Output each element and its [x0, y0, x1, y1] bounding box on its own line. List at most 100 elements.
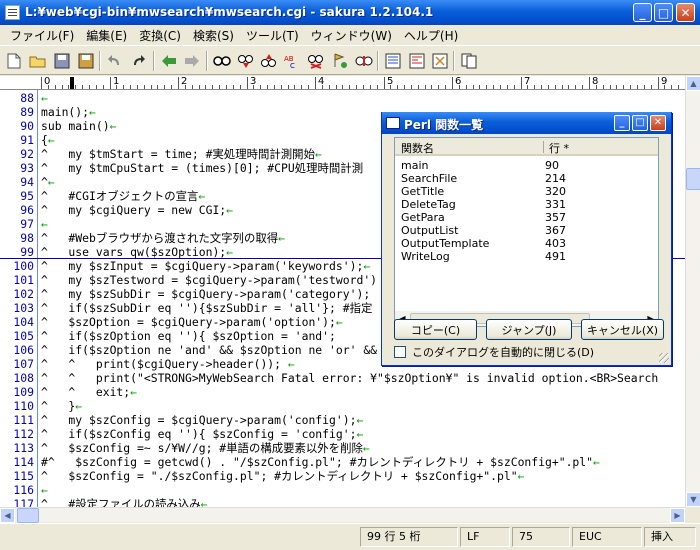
code-text: ^ if($szConfig eq ''){ $szConfig = 'conf… [41, 427, 363, 441]
ruler-tick [623, 85, 624, 89]
app-icon[interactable] [5, 5, 20, 20]
code-content: ^ } [41, 399, 76, 413]
new-file-icon[interactable] [4, 51, 24, 71]
function-list-item[interactable]: WriteLog 491 [395, 250, 658, 263]
save-icon[interactable] [52, 51, 72, 71]
function-list-item[interactable]: GetPara 357 [395, 211, 658, 224]
line-number: 94 [20, 175, 34, 189]
dialog-maximize-button[interactable]: □ [632, 115, 648, 131]
horizontal-scrollbar[interactable]: ◀ ▶ [0, 507, 685, 523]
menu-convert[interactable]: 変換(C) [133, 27, 187, 44]
function-list-item[interactable]: GetTitle 320 [395, 185, 658, 198]
ruler-tick [473, 85, 474, 89]
line-end-mark: ← [75, 399, 83, 413]
code-content: ^ my $szTestword = $cgiQuery->param('tes… [41, 273, 378, 287]
horizontal-scroll-thumb[interactable] [17, 508, 39, 523]
search-icon[interactable] [212, 51, 232, 71]
copy-button[interactable]: コピー(C) [394, 319, 477, 340]
ruler-tick [500, 85, 501, 89]
code-text: ^ if($szOption ne 'and' && $szOption ne … [41, 343, 377, 357]
function-list-item[interactable]: main 90 [395, 159, 658, 172]
menu-help[interactable]: ヘルプ(H) [398, 27, 464, 44]
grep-icon[interactable] [330, 51, 350, 71]
scroll-left-icon[interactable]: ◀ [0, 508, 15, 523]
function-list-item[interactable]: DeleteTag 331 [395, 198, 658, 211]
toolbar-separator [377, 51, 379, 71]
dialog-minimize-button[interactable]: _ [614, 115, 630, 131]
resize-grip[interactable] [659, 353, 669, 363]
function-line: 403 [545, 237, 566, 250]
ruler-tick [377, 85, 378, 89]
function-list-item[interactable]: SearchFile 214 [395, 172, 658, 185]
window-list-icon[interactable] [459, 51, 479, 71]
replace-icon[interactable]: AB C [283, 51, 303, 71]
ruler-tick [219, 85, 220, 89]
code-line[interactable]: 115 ^ $szConfig = "./$szConfig.pl"; #カレント… [0, 469, 685, 483]
scroll-down-icon[interactable]: ▼ [686, 492, 700, 507]
menu-file[interactable]: ファイル(F) [4, 27, 80, 44]
scroll-right-icon[interactable]: ▶ [670, 508, 685, 523]
redo-icon[interactable] [128, 51, 148, 71]
compare-icon[interactable] [354, 51, 374, 71]
cancel-button[interactable]: キャンセル(X) [581, 319, 664, 340]
menu-search[interactable]: 検索(S) [187, 27, 240, 44]
line-end-mark: ← [47, 175, 55, 189]
code-content: sub main() [41, 119, 110, 133]
code-content: ^ $szOption = $cgiQuery->param('option')… [41, 315, 336, 329]
ruler-tick [315, 77, 316, 89]
code-line[interactable]: 117 ^ #設定ファイルの読み込み← [0, 497, 685, 507]
dialog-title-bar[interactable]: Perl 関数一覧 _ □ ✕ [382, 112, 671, 134]
code-line[interactable]: 116 ← [0, 483, 685, 497]
vertical-scroll-thumb[interactable] [686, 168, 700, 190]
code-text: ← [41, 483, 48, 497]
auto-close-label[interactable]: このダイアログを自動的に閉じる(D) [412, 344, 594, 360]
line-number: 104 [13, 315, 34, 329]
ruler-tick [144, 85, 145, 89]
code-line[interactable]: 114 #^ $szConfig = getcwd() . "/$szConfig… [0, 455, 685, 469]
ruler-tick [466, 85, 467, 89]
column-header-line[interactable]: 行 * [549, 140, 569, 156]
line-number: 108 [13, 371, 34, 385]
code-line[interactable]: 113 ^ $szConfig =~ s/¥W//g; #単語の構成要素以外を削除… [0, 441, 685, 455]
tag-jump-icon[interactable] [407, 51, 427, 71]
status-newline: LF [460, 527, 510, 547]
dialog-close-button[interactable]: ✕ [650, 115, 666, 131]
auto-close-checkbox[interactable] [394, 346, 406, 358]
mark-icon[interactable] [306, 51, 326, 71]
outline-icon[interactable] [383, 51, 403, 71]
code-line[interactable]: 88 ← [0, 91, 685, 105]
title-bar[interactable]: L:¥web¥cgi-bin¥mwsearch¥mwsearch.cgi - s… [0, 0, 700, 25]
menu-tools[interactable]: ツール(T) [240, 27, 305, 44]
code-content: ^ my $szSubDir = $cgiQuery->param('categ… [41, 287, 371, 301]
minimize-button[interactable]: _ [633, 3, 652, 22]
jump-button[interactable]: ジャンプ(J) [486, 319, 572, 340]
code-line[interactable]: 108 ^ ^ print("<STRONG>MyWebSearch Fatal … [0, 371, 685, 385]
jump-forward-icon[interactable] [182, 51, 202, 71]
ruler-tick [644, 85, 645, 89]
undo-icon[interactable] [105, 51, 125, 71]
search-prev-icon[interactable] [259, 51, 279, 71]
maximize-button[interactable]: □ [654, 3, 673, 22]
code-line[interactable]: 109 ^ ^ exit;← [0, 385, 685, 399]
code-line[interactable]: 111 ^ my $szConfig = $cgiQuery->param('co… [0, 413, 685, 427]
function-list-item[interactable]: OutputTemplate 403 [395, 237, 658, 250]
scroll-up-icon[interactable]: ▲ [686, 76, 700, 91]
code-line[interactable]: 112 ^ if($szConfig eq ''){ $szConfig = 'c… [0, 427, 685, 441]
save-all-icon[interactable] [76, 51, 96, 71]
menu-window[interactable]: ウィンドウ(W) [305, 27, 398, 44]
ruler-tick [247, 77, 248, 89]
code-line[interactable]: 110 ^ }← [0, 399, 685, 413]
function-list[interactable]: 関数名 行 * main 90 SearchFile 214 GetTitle 320 De… [394, 137, 659, 327]
search-next-icon[interactable] [236, 51, 256, 71]
settings-icon[interactable] [430, 51, 450, 71]
line-end-mark: ← [362, 441, 370, 455]
column-divider[interactable] [543, 141, 544, 153]
column-header-name[interactable]: 関数名 [401, 140, 434, 156]
vertical-scrollbar[interactable]: ▲ ▼ [685, 76, 700, 507]
function-list-item[interactable]: OutputList 367 [395, 224, 658, 237]
jump-back-icon[interactable] [159, 51, 179, 71]
close-button[interactable]: ✕ [676, 3, 695, 22]
open-folder-icon[interactable] [28, 51, 48, 71]
menu-edit[interactable]: 編集(E) [80, 27, 133, 44]
code-text: ^ my $tmCpuStart = (times)[0]; #CPU処理時間計… [41, 161, 363, 175]
